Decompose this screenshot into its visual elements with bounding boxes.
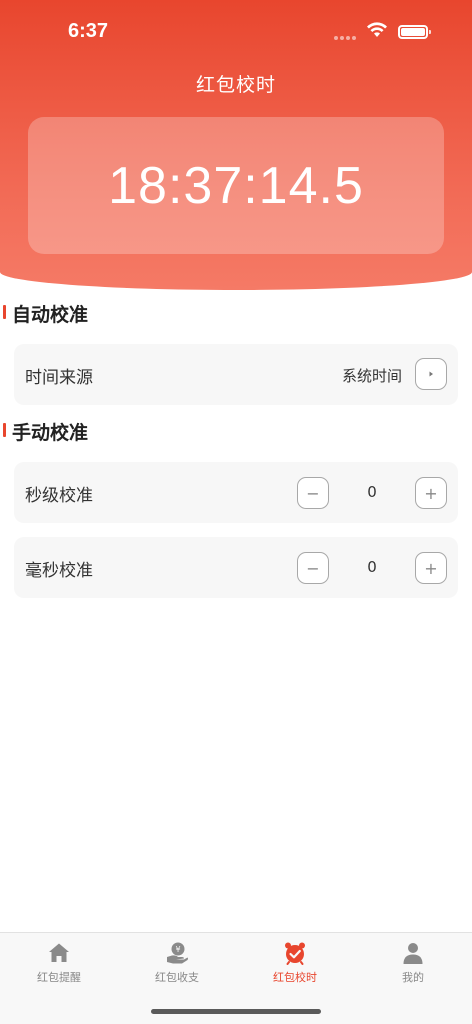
millisecond-calibration-label: 毫秒校准 (25, 561, 93, 581)
battery-icon (398, 25, 431, 39)
second-decrement-button[interactable]: − (297, 477, 329, 509)
manual-calibration-heading: 手动校准 (3, 418, 89, 445)
svg-text:¥: ¥ (175, 945, 180, 954)
triangle-right-icon (429, 371, 433, 377)
plus-icon: + (424, 558, 438, 578)
second-calibration-row: 秒级校准 − 0 + (14, 462, 458, 523)
tab-redpacket-income[interactable]: ¥ 红包收支 (118, 941, 236, 985)
status-bar: 6:37 (0, 0, 472, 60)
person-icon (403, 943, 423, 964)
time-source-label: 时间来源 (25, 368, 93, 388)
time-source-select-button[interactable] (415, 358, 447, 390)
time-source-value: 系统时间 (341, 367, 402, 385)
plus-icon: + (424, 483, 438, 503)
tab-label: 我的 (402, 971, 424, 984)
tab-label: 红包校时 (273, 971, 317, 984)
section-accent-bar (3, 423, 6, 437)
cellular-signal-icon (334, 36, 356, 40)
home-icon (49, 943, 69, 962)
auto-calibration-title: 自动校准 (12, 304, 89, 326)
wifi-icon (367, 22, 387, 37)
second-calibration-label: 秒级校准 (25, 486, 93, 506)
auto-calibration-heading: 自动校准 (3, 300, 89, 327)
time-source-row[interactable]: 时间来源 系统时间 (14, 344, 458, 405)
tab-mine[interactable]: 我的 (354, 941, 472, 985)
minus-icon: − (306, 558, 320, 578)
tab-label: 红包提醒 (37, 971, 81, 984)
alarm-clock-icon (285, 942, 305, 965)
millisecond-decrement-button[interactable]: − (297, 552, 329, 584)
clock-display: 18:37:14.5 (108, 156, 364, 215)
section-accent-bar (3, 305, 6, 319)
tab-redpacket-reminder[interactable]: 红包提醒 (0, 941, 118, 985)
clock-card: 18:37:14.5 (28, 117, 444, 254)
millisecond-calibration-value: 0 (367, 558, 377, 576)
minus-icon: − (306, 483, 320, 503)
page-title: 红包校时 (195, 74, 276, 96)
millisecond-calibration-row: 毫秒校准 − 0 + (14, 537, 458, 598)
manual-calibration-title: 手动校准 (12, 422, 89, 444)
second-calibration-value: 0 (367, 483, 377, 501)
millisecond-increment-button[interactable]: + (415, 552, 447, 584)
tab-label: 红包收支 (155, 971, 199, 984)
home-indicator[interactable] (151, 1009, 321, 1014)
money-hand-icon: ¥ (167, 942, 188, 964)
tab-redpacket-timing[interactable]: 红包校时 (236, 941, 354, 985)
second-increment-button[interactable]: + (415, 477, 447, 509)
status-time: 6:37 (68, 20, 109, 42)
